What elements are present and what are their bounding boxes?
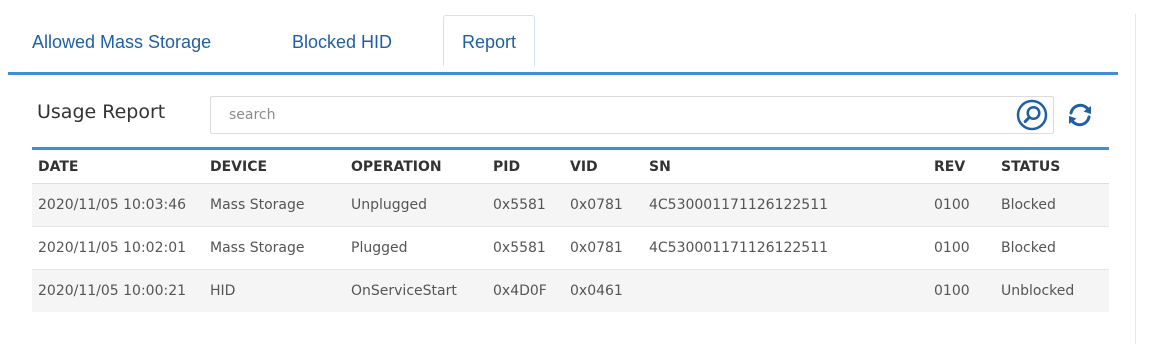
search-button[interactable] <box>1016 99 1048 131</box>
cell-vid: 0x0461 <box>564 269 643 312</box>
cell-pid: 0x4D0F <box>487 269 564 312</box>
cell-rev: 0100 <box>928 269 995 312</box>
search-input[interactable] <box>211 97 989 133</box>
refresh-icon <box>1069 103 1091 127</box>
cell-sn <box>643 269 928 312</box>
refresh-button[interactable] <box>1064 99 1096 131</box>
table-row[interactable]: 2020/11/05 10:03:46 Mass Storage Unplugg… <box>32 183 1109 227</box>
cell-sn: 4C530001171126122511 <box>643 183 928 227</box>
cell-date: 2020/11/05 10:03:46 <box>32 183 204 227</box>
cell-date: 2020/11/05 10:02:01 <box>32 226 204 270</box>
cell-vid: 0x0781 <box>564 183 643 227</box>
search-icon <box>1016 99 1048 131</box>
column-header-date[interactable]: DATE <box>32 150 204 184</box>
column-header-vid[interactable]: VID <box>564 150 643 184</box>
tab-allowed-mass-storage[interactable]: Allowed Mass Storage <box>32 16 211 66</box>
usage-table: DATE DEVICE OPERATION PID VID SN REV STA… <box>32 147 1109 312</box>
panel-right-border <box>1135 14 1136 344</box>
cell-status: Blocked <box>995 226 1109 270</box>
cell-sn: 4C530001171126122511 <box>643 226 928 270</box>
cell-device: Mass Storage <box>204 226 345 270</box>
cell-status: Blocked <box>995 183 1109 227</box>
column-header-sn[interactable]: SN <box>643 150 928 184</box>
tab-underline <box>8 72 1118 75</box>
cell-date: 2020/11/05 10:00:21 <box>32 269 204 312</box>
cell-status: Unblocked <box>995 269 1109 312</box>
column-header-rev[interactable]: REV <box>928 150 995 184</box>
table-row[interactable]: 2020/11/05 10:02:01 Mass Storage Plugged… <box>32 226 1109 270</box>
page-title: Usage Report <box>37 101 166 123</box>
cell-pid: 0x5581 <box>487 183 564 227</box>
cell-rev: 0100 <box>928 226 995 270</box>
cell-vid: 0x0781 <box>564 226 643 270</box>
cell-operation: Plugged <box>345 226 487 270</box>
cell-rev: 0100 <box>928 183 995 227</box>
tab-blocked-hid[interactable]: Blocked HID <box>292 16 392 66</box>
search-box <box>210 96 1054 134</box>
cell-device: Mass Storage <box>204 183 345 227</box>
cell-operation: OnServiceStart <box>345 269 487 312</box>
tab-bar: Allowed Mass Storage Blocked HID Report <box>8 14 1108 74</box>
cell-pid: 0x5581 <box>487 226 564 270</box>
column-header-operation[interactable]: OPERATION <box>345 150 487 184</box>
tab-report[interactable]: Report <box>443 15 535 66</box>
column-header-status[interactable]: STATUS <box>995 150 1109 184</box>
table-row[interactable]: 2020/11/05 10:00:21 HID OnServiceStart 0… <box>32 269 1109 312</box>
cell-device: HID <box>204 269 345 312</box>
table-header-row: DATE DEVICE OPERATION PID VID SN REV STA… <box>32 150 1109 184</box>
column-header-pid[interactable]: PID <box>487 150 564 184</box>
cell-operation: Unplugged <box>345 183 487 227</box>
usb-control-panel: Allowed Mass Storage Blocked HID Report … <box>0 0 1152 352</box>
column-header-device[interactable]: DEVICE <box>204 150 345 184</box>
